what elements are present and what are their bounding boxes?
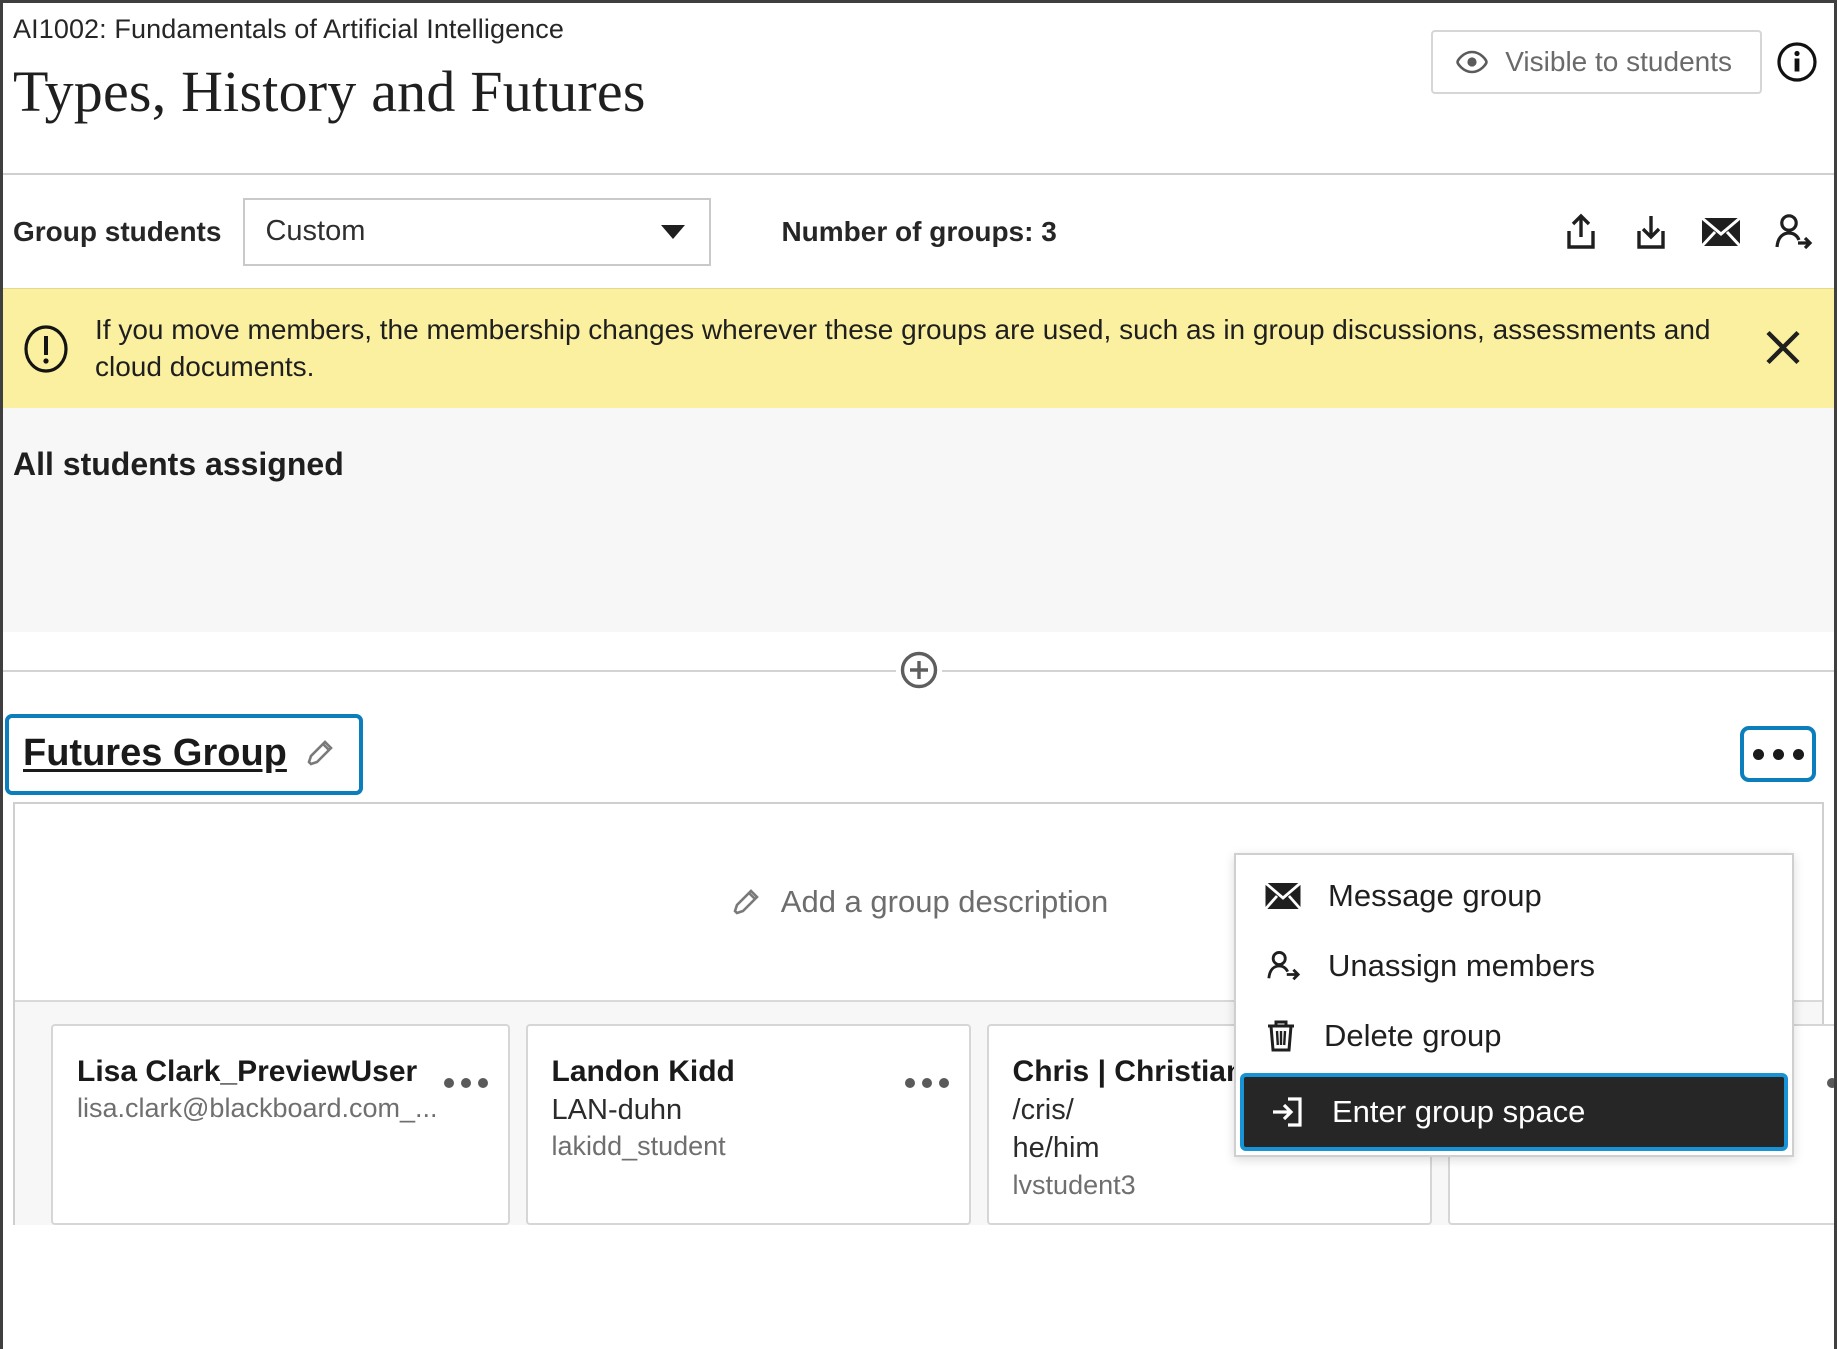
- trash-icon: [1264, 1018, 1298, 1054]
- menu-item-delete-group[interactable]: Delete group: [1236, 1001, 1792, 1071]
- member-name: Landon Kidd: [551, 1055, 735, 1088]
- member-username: lakidd_student: [551, 1131, 726, 1162]
- menu-item-label: Message group: [1328, 878, 1542, 913]
- warning-text: If you move members, the membership chan…: [95, 313, 1711, 382]
- group-more-options-button[interactable]: [1740, 726, 1816, 782]
- visibility-label: Visible to students: [1505, 46, 1732, 77]
- info-icon[interactable]: [1776, 41, 1818, 83]
- add-member-icon[interactable]: [1770, 211, 1814, 253]
- toolbar-actions: [1560, 211, 1814, 253]
- warning-icon: [19, 322, 73, 376]
- groups-toolbar: Group students Custom Number of groups: …: [3, 175, 1834, 288]
- group-options-menu: Message group Unassign members Delete gr…: [1234, 853, 1794, 1157]
- more-options-icon: [1826, 1078, 1834, 1088]
- group-header: Futures Group: [3, 706, 1824, 802]
- group-name: Futures Group: [23, 731, 287, 774]
- more-options-icon: [1792, 748, 1804, 760]
- close-icon[interactable]: [1760, 324, 1806, 373]
- list-item[interactable]: Landon Kidd LAN-duhn lakidd_student: [525, 1024, 971, 1226]
- export-icon[interactable]: [1560, 211, 1602, 253]
- page-header: AI1002: Fundamentals of Artificial Intel…: [3, 3, 1834, 175]
- unassigned-title: All students assigned: [13, 446, 344, 482]
- member-username: lisa.clark@blackboard.com_...: [77, 1093, 438, 1123]
- more-options-icon: [1772, 748, 1784, 760]
- import-icon[interactable]: [1630, 211, 1672, 253]
- visibility-dropdown[interactable]: Visible to students: [1431, 30, 1762, 94]
- number-of-groups: Number of groups: 3: [781, 215, 1057, 247]
- menu-item-label: Delete group: [1324, 1018, 1502, 1053]
- menu-item-label: Enter group space: [1332, 1094, 1586, 1129]
- add-group-divider: [3, 633, 1834, 706]
- group-name-edit-button[interactable]: Futures Group: [5, 713, 363, 795]
- pencil-icon: [303, 736, 337, 770]
- message-icon[interactable]: [1700, 215, 1742, 249]
- more-options-icon: [938, 1078, 949, 1088]
- chevron-down-icon: [661, 224, 686, 239]
- member-more-options-button[interactable]: [899, 1072, 955, 1094]
- warning-banner: If you move members, the membership chan…: [3, 288, 1834, 408]
- menu-item-unassign-members[interactable]: Unassign members: [1236, 931, 1792, 1001]
- menu-item-message-group[interactable]: Message group: [1236, 861, 1792, 931]
- menu-item-label: Unassign members: [1328, 948, 1596, 983]
- member-more-options-button[interactable]: [1821, 1072, 1834, 1094]
- member-pronunciation: LAN-duhn: [551, 1094, 683, 1126]
- grouping-select-value: Custom: [265, 215, 366, 247]
- unassigned-students-panel: All students assigned: [3, 408, 1834, 633]
- more-options-icon: [921, 1078, 932, 1088]
- group-students-label: Group students: [13, 215, 222, 247]
- more-options-icon: [1752, 748, 1764, 760]
- pencil-icon: [729, 885, 763, 919]
- menu-item-enter-group-space[interactable]: Enter group space: [1240, 1073, 1788, 1151]
- more-options-icon: [443, 1078, 454, 1088]
- eye-icon: [1455, 50, 1489, 74]
- member-username: lvstudent3: [1012, 1169, 1136, 1200]
- grouping-select[interactable]: Custom: [243, 197, 712, 266]
- member-more-options-button[interactable]: [438, 1072, 494, 1094]
- member-name: Lisa Clark_PreviewUser: [77, 1055, 418, 1088]
- list-item[interactable]: Lisa Clark_PreviewUser lisa.clark@blackb…: [51, 1024, 510, 1226]
- more-options-icon: [904, 1078, 915, 1088]
- enter-space-icon: [1268, 1094, 1306, 1130]
- more-options-icon: [477, 1078, 488, 1088]
- visibility-controls: Visible to students: [1431, 30, 1818, 94]
- add-circle-icon[interactable]: [895, 646, 942, 693]
- groups-page: AI1002: Fundamentals of Artificial Intel…: [0, 0, 1837, 1349]
- group-description-placeholder: Add a group description: [780, 884, 1109, 919]
- more-options-icon: [460, 1078, 471, 1088]
- message-icon: [1264, 881, 1302, 911]
- unassign-member-icon: [1264, 949, 1302, 983]
